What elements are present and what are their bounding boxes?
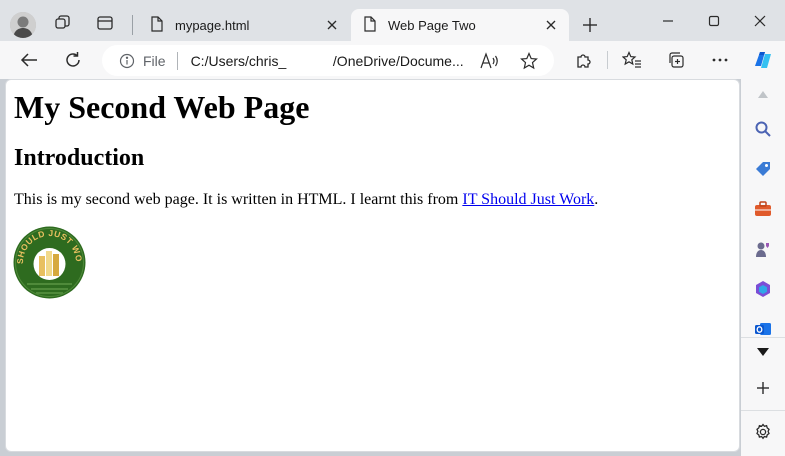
navigation-toolbar: File C:/Users/chris_ /OneDrive/Docume... (0, 41, 785, 79)
title-bar: mypage.html Web Page Two (0, 0, 785, 41)
paragraph-text: This is my second web page. It is writte… (14, 191, 463, 208)
workspaces-icon[interactable] (47, 9, 79, 37)
address-bar[interactable]: File C:/Users/chris_ /OneDrive/Docume... (102, 45, 554, 76)
more-icon[interactable] (704, 45, 736, 75)
page-title: My Second Web Page (14, 89, 310, 125)
tab-actions-icon[interactable] (89, 9, 121, 37)
it-should-just-work-link[interactable]: IT Should Just Work (462, 191, 594, 208)
shopping-tag-icon[interactable] (748, 154, 778, 184)
file-scheme-label: File (143, 52, 166, 69)
info-icon[interactable] (119, 53, 135, 69)
copilot-icon[interactable] (747, 45, 779, 75)
tab-mypage[interactable]: mypage.html (138, 9, 350, 41)
settings-gear-icon[interactable] (748, 417, 778, 447)
collections-icon[interactable] (660, 45, 692, 75)
tab-separator (132, 15, 133, 35)
toolbar-separator (607, 51, 608, 69)
back-icon[interactable] (13, 45, 45, 75)
sidebar-separator (741, 410, 785, 411)
it-should-just-work-logo: IT SHOULD JUST WORK (10, 218, 86, 299)
sidebar-dropdown-icon[interactable] (748, 337, 778, 367)
url-text[interactable]: C:/Users/chris_ /OneDrive/Docume... (191, 53, 464, 69)
profile-avatar[interactable] (10, 12, 36, 38)
tab-title: mypage.html (175, 17, 250, 33)
read-aloud-icon[interactable] (480, 51, 500, 71)
intro-paragraph: This is my second web page. It is writte… (14, 191, 598, 209)
web-page-content: My Second Web Page Introduction This is … (5, 79, 740, 452)
extensions-icon[interactable] (568, 45, 600, 75)
document-icon (363, 15, 377, 35)
tab-web-page-two[interactable]: Web Page Two (351, 9, 569, 41)
edge-sidebar (741, 79, 785, 456)
search-icon[interactable] (748, 114, 778, 144)
microsoft365-icon[interactable] (748, 274, 778, 304)
tab-title: Web Page Two (388, 17, 476, 33)
close-icon[interactable] (539, 13, 563, 37)
add-icon[interactable] (748, 373, 778, 403)
new-tab-icon[interactable] (575, 11, 605, 39)
sidebar-scroll-up-icon[interactable] (748, 79, 778, 109)
section-heading: Introduction (14, 145, 145, 171)
games-icon[interactable] (748, 234, 778, 264)
favorite-star-icon[interactable] (519, 51, 539, 71)
document-icon (150, 15, 164, 35)
maximize-icon[interactable] (691, 6, 737, 36)
paragraph-end: . (594, 191, 599, 208)
tools-icon[interactable] (748, 194, 778, 224)
favorites-icon[interactable] (616, 45, 648, 75)
close-icon[interactable] (320, 13, 344, 37)
refresh-icon[interactable] (57, 45, 89, 75)
address-divider (176, 51, 178, 70)
minimize-icon[interactable] (645, 6, 691, 36)
window-close-icon[interactable] (737, 6, 783, 36)
